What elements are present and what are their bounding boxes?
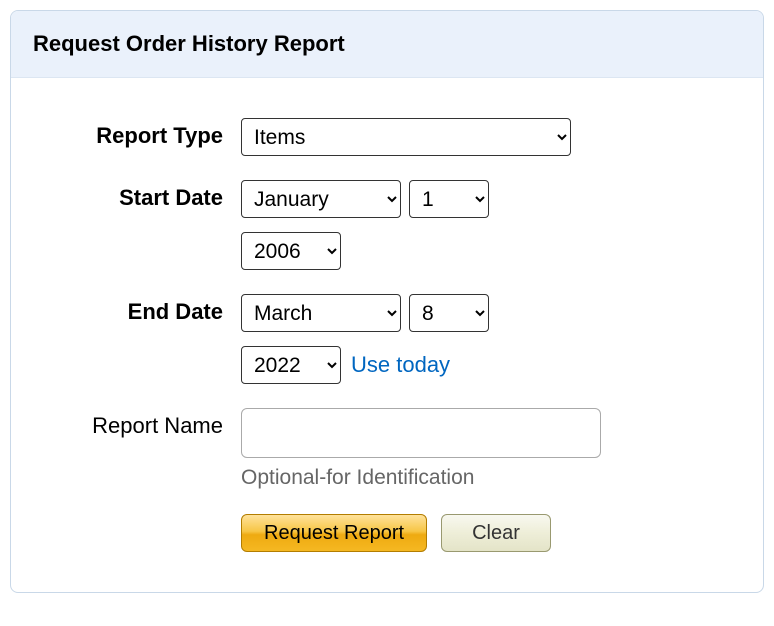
- start-date-year-line: 2006: [241, 232, 597, 270]
- request-report-button[interactable]: Request Report: [241, 514, 427, 552]
- input-report-name[interactable]: [241, 408, 601, 458]
- control-report-type: Items: [241, 118, 571, 156]
- use-today-link[interactable]: Use today: [351, 352, 450, 378]
- label-report-type: Report Type: [41, 118, 241, 151]
- select-end-day[interactable]: 8: [409, 294, 489, 332]
- hint-report-name: Optional-for Identification: [241, 466, 601, 490]
- row-start-date: Start Date January 1 2006: [41, 180, 733, 270]
- button-row: Request Report Clear: [241, 514, 733, 552]
- select-start-day[interactable]: 1: [409, 180, 489, 218]
- panel-body: Report Type Items Start Date January 1 2…: [11, 78, 763, 592]
- row-report-name: Report Name Optional-for Identification: [41, 408, 733, 490]
- select-start-year[interactable]: 2006: [241, 232, 341, 270]
- label-start-date: Start Date: [41, 180, 241, 213]
- panel-title: Request Order History Report: [11, 11, 763, 78]
- select-report-type[interactable]: Items: [241, 118, 571, 156]
- row-report-type: Report Type Items: [41, 118, 733, 156]
- row-end-date: End Date March 8 2022 Use today: [41, 294, 733, 384]
- select-end-year[interactable]: 2022: [241, 346, 341, 384]
- report-panel: Request Order History Report Report Type…: [10, 10, 764, 593]
- clear-button[interactable]: Clear: [441, 514, 551, 552]
- label-report-name: Report Name: [41, 408, 241, 441]
- select-end-month[interactable]: March: [241, 294, 401, 332]
- end-date-year-line: 2022 Use today: [241, 346, 706, 384]
- control-start-date: January 1 2006: [241, 180, 597, 270]
- control-report-name: Optional-for Identification: [241, 408, 601, 490]
- control-end-date: March 8 2022 Use today: [241, 294, 706, 384]
- label-end-date: End Date: [41, 294, 241, 327]
- select-start-month[interactable]: January: [241, 180, 401, 218]
